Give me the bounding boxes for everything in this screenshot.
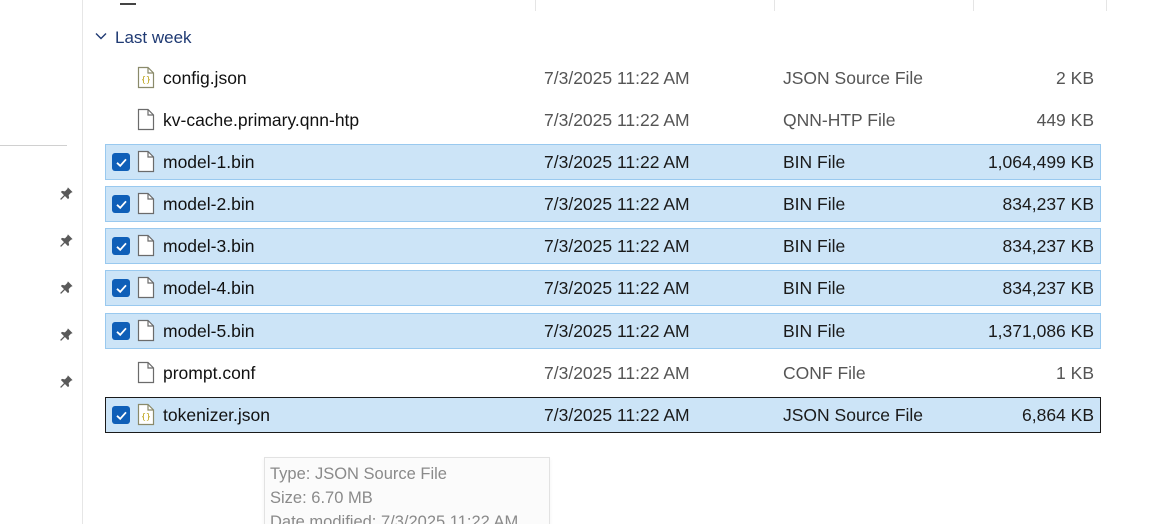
file-row[interactable]: model-4.bin 7/3/2025 11:22 AM BIN File 834,… [105,270,1101,306]
column-header [100,0,1110,12]
chevron-down-icon [94,28,108,48]
json-file-icon: {} [137,403,155,426]
file-row[interactable]: {} config.json 7/3/2025 11:22 AM JSON Sourc… [105,60,1101,96]
file-type: CONF File [783,363,866,383]
file-explorer: Last week {} config.json 7/3/2025 11:22 AM… [0,0,1155,524]
row-checkbox[interactable] [112,279,130,297]
file-name: model-3.bin [163,236,255,256]
date-modified: 7/3/2025 11:22 AM [544,278,690,298]
date-modified: 7/3/2025 11:22 AM [544,321,690,341]
pin-icon[interactable] [57,372,75,390]
svg-text:{}: {} [141,412,151,421]
pin-icon[interactable] [57,231,75,249]
row-checkbox[interactable] [112,237,130,255]
file-type: BIN File [783,194,846,214]
file-size: 834,237 KB [1002,278,1094,298]
file-name: kv-cache.primary.qnn-htp [163,110,360,130]
file-type: BIN File [783,278,846,298]
file-row[interactable]: kv-cache.primary.qnn-htp 7/3/2025 11:22 A… [105,102,1101,138]
file-size: 834,237 KB [1002,236,1094,256]
file-type: JSON Source File [783,68,924,88]
pin-icon[interactable] [57,325,75,343]
date-modified: 7/3/2025 11:22 AM [544,194,690,214]
tooltip-date: Date modified: 7/3/2025 11:22 AM [270,513,519,524]
file-size: 1,371,086 KB [987,321,1094,341]
date-modified: 7/3/2025 11:22 AM [544,110,690,130]
file-name: model-4.bin [163,278,255,298]
group-header-last-week[interactable]: Last week [94,27,192,49]
row-checkbox[interactable] [112,195,130,213]
date-modified: 7/3/2025 11:22 AM [544,363,690,383]
file-tooltip: Type: JSON Source File Size: 6.70 MB Dat… [264,457,550,524]
row-checkbox[interactable] [112,322,130,340]
file-type: QNN-HTP File [783,110,896,130]
file-name: config.json [163,68,247,88]
date-modified: 7/3/2025 11:22 AM [544,152,690,172]
column-separator[interactable] [1106,0,1107,11]
sort-indicator [120,0,136,5]
file-size: 1,064,499 KB [987,152,1094,172]
file-type: BIN File [783,236,846,256]
file-icon [137,150,155,173]
file-size: 2 KB [1056,68,1094,88]
group-label: Last week [115,28,192,47]
file-row[interactable]: model-1.bin 7/3/2025 11:22 AM BIN File 1,06… [105,144,1101,180]
file-icon [137,276,155,299]
file-row[interactable]: model-5.bin 7/3/2025 11:22 AM BIN File 1,37… [105,313,1101,349]
json-file-icon: {} [137,66,155,89]
file-icon [137,319,155,342]
file-size: 449 KB [1036,110,1094,130]
file-row[interactable]: model-2.bin 7/3/2025 11:22 AM BIN File 834,… [105,186,1101,222]
row-checkbox[interactable] [112,406,130,424]
file-type: JSON Source File [783,405,924,425]
file-size: 834,237 KB [1002,194,1094,214]
file-icon [137,234,155,257]
file-type: BIN File [783,321,846,341]
file-name: model-2.bin [163,194,255,214]
file-icon [137,361,155,384]
svg-text:{}: {} [141,75,151,84]
file-name: model-1.bin [163,152,255,172]
file-row[interactable]: prompt.conf 7/3/2025 11:22 AM CONF File 1 K… [105,355,1101,391]
column-separator[interactable] [774,0,775,11]
file-size: 6,864 KB [1022,405,1094,425]
pin-icon[interactable] [57,278,75,296]
file-size: 1 KB [1056,363,1094,383]
nav-divider [0,145,67,146]
file-name: tokenizer.json [163,405,271,425]
date-modified: 7/3/2025 11:22 AM [544,405,690,425]
column-separator[interactable] [535,0,536,11]
row-checkbox[interactable] [112,153,130,171]
file-row[interactable]: {} tokenizer.json 7/3/2025 11:22 AM JSON So… [105,397,1101,433]
tooltip-type: Type: JSON Source File [270,465,447,483]
tooltip-size: Size: 6.70 MB [270,489,373,507]
file-icon [137,192,155,215]
pin-icon[interactable] [57,184,75,202]
file-name: model-5.bin [163,321,255,341]
date-modified: 7/3/2025 11:22 AM [544,68,690,88]
file-type: BIN File [783,152,846,172]
file-icon [137,108,155,131]
file-name: prompt.conf [163,363,256,383]
navigation-pane [0,0,83,524]
date-modified: 7/3/2025 11:22 AM [544,236,690,256]
column-separator[interactable] [973,0,974,11]
file-row[interactable]: model-3.bin 7/3/2025 11:22 AM BIN File 834,… [105,228,1101,264]
